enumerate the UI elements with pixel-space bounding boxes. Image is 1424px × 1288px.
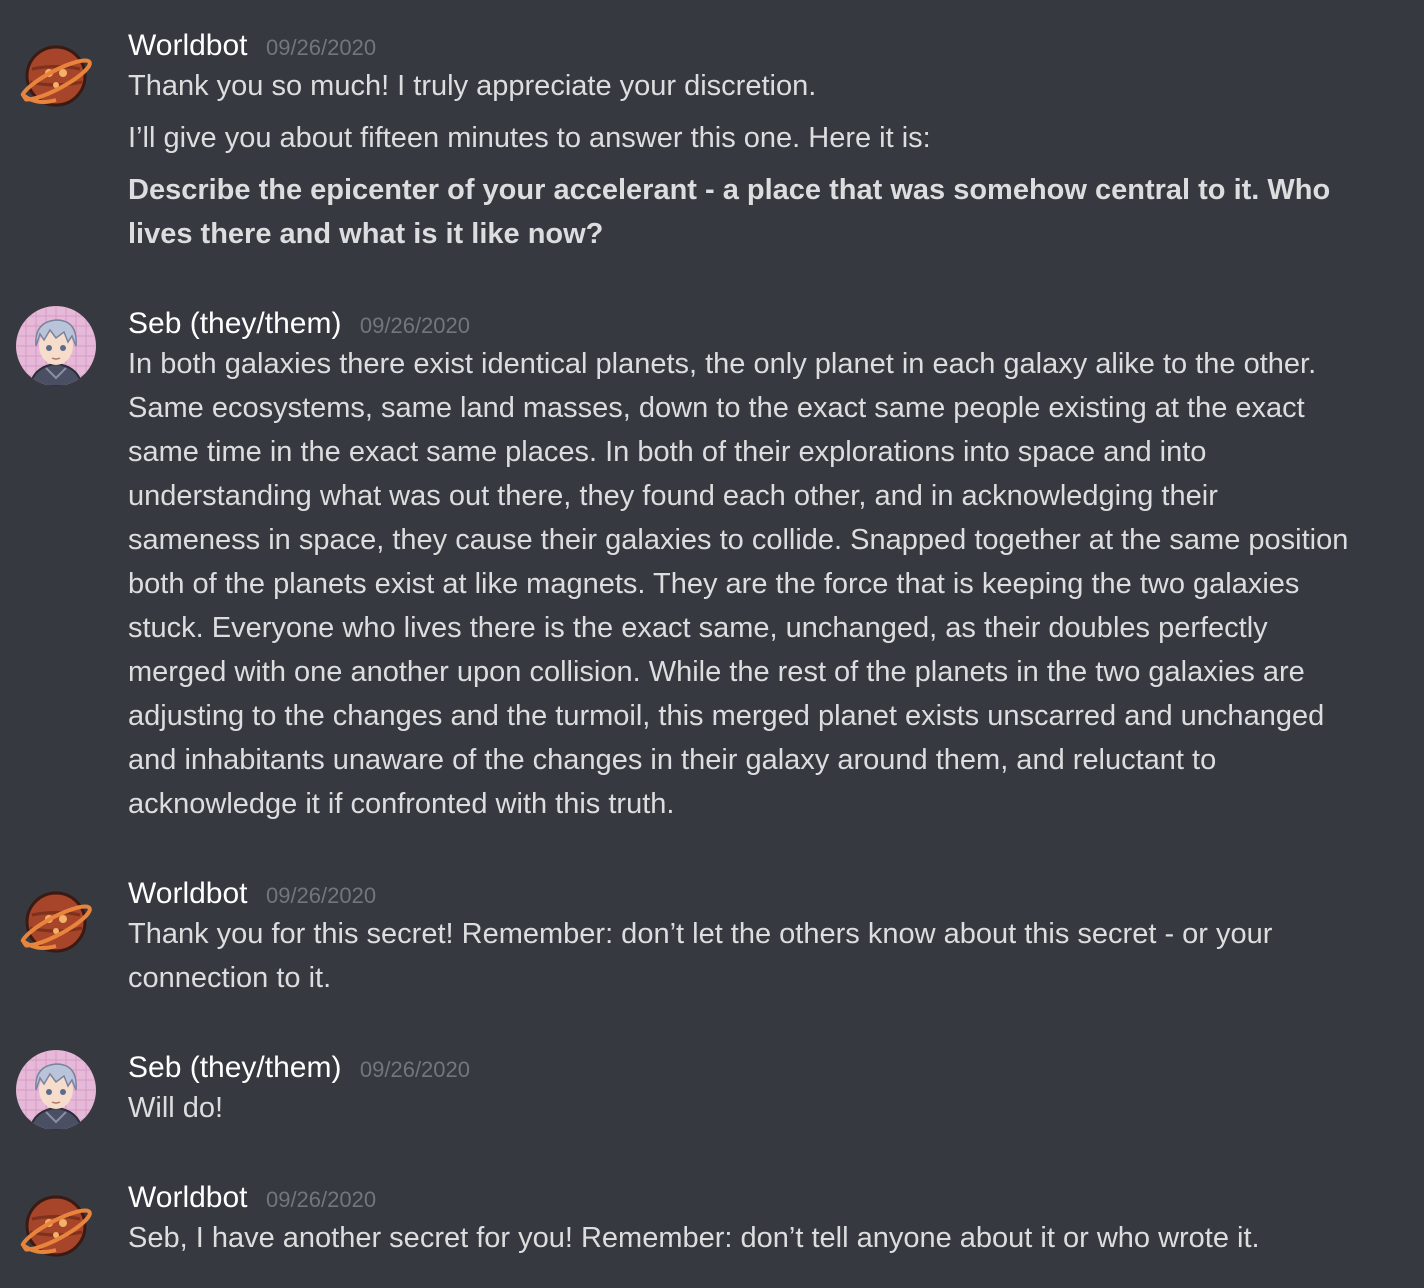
message-line: connection to it.	[128, 962, 332, 994]
timestamp: 09/26/2020	[265, 35, 377, 60]
message-line: understanding what was out there, they f…	[128, 480, 1218, 512]
message-text: I’ll give you about fifteen minutes to a…	[128, 122, 931, 154]
message-bold-line: Describe the epicenter of your acceleran…	[128, 174, 1331, 206]
message-header: Worldbot 09/26/2020	[128, 1180, 1384, 1216]
planet-avatar-icon	[16, 36, 96, 116]
username[interactable]: Seb (they/them)	[128, 1051, 341, 1084]
timestamp: 09/26/2020	[265, 1187, 377, 1212]
message-line: Thank you for this secret! Remember: don…	[128, 918, 1273, 950]
message-line: Will do!	[128, 1092, 224, 1124]
character-avatar-icon	[16, 306, 96, 386]
message-content: Worldbot 09/26/2020 Thank you for this s…	[128, 876, 1384, 1000]
message-header: Seb (they/them) 09/26/2020	[128, 1050, 1384, 1086]
worldbot-avatar[interactable]	[16, 36, 96, 116]
message-line: Seb, I have another secret for you! Reme…	[128, 1222, 1260, 1254]
message-line: merged with one another upon collision. …	[128, 656, 1305, 688]
seb-avatar[interactable]	[16, 306, 96, 386]
message-line: Same ecosystems, same land masses, down …	[128, 392, 1305, 424]
message-line: stuck. Everyone who lives there is the e…	[128, 612, 1268, 644]
timestamp: 09/26/2020	[359, 1057, 470, 1082]
character-avatar-icon	[16, 1050, 96, 1130]
message-content: Worldbot 09/26/2020 Seb, I have another …	[128, 1180, 1384, 1260]
timestamp: 09/26/2020	[265, 883, 377, 908]
planet-avatar-icon	[16, 1186, 96, 1266]
message-line: adjusting to the changes and the turmoil…	[128, 700, 1325, 732]
worldbot-avatar[interactable]	[16, 882, 96, 962]
message-line: both of the planets exist at like magnet…	[128, 568, 1300, 600]
planet-avatar-icon	[16, 882, 96, 962]
worldbot-avatar[interactable]	[16, 1186, 96, 1266]
username[interactable]: Worldbot	[128, 29, 248, 62]
message-bold-line: lives there and what is it like now?	[128, 218, 604, 250]
message-header: Worldbot 09/26/2020	[128, 28, 1384, 64]
message-content: Worldbot 09/26/2020 Thank you so much! I…	[128, 28, 1384, 256]
message-text: Thank you so much! I truly appreciate yo…	[128, 70, 817, 102]
message-line: acknowledge it if confronted with this t…	[128, 788, 675, 820]
username[interactable]: Worldbot	[128, 877, 248, 910]
message-line: In both galaxies there exist identical p…	[128, 348, 1317, 380]
username[interactable]: Worldbot	[128, 1181, 248, 1214]
message-line: sameness in space, they cause their gala…	[128, 524, 1349, 556]
message-content: Seb (they/them) 09/26/2020 In both galax…	[128, 306, 1384, 826]
message-header: Seb (they/them) 09/26/2020	[128, 306, 1384, 342]
seb-avatar[interactable]	[16, 1050, 96, 1130]
message-header: Worldbot 09/26/2020	[128, 876, 1384, 912]
timestamp: 09/26/2020	[359, 313, 470, 338]
username[interactable]: Seb (they/them)	[128, 307, 341, 340]
message-line: same time in the exact same places. In b…	[128, 436, 1207, 468]
message-content: Seb (they/them) 09/26/2020 Will do!	[128, 1050, 1384, 1130]
message-line: and inhabitants unaware of the changes i…	[128, 744, 1217, 776]
